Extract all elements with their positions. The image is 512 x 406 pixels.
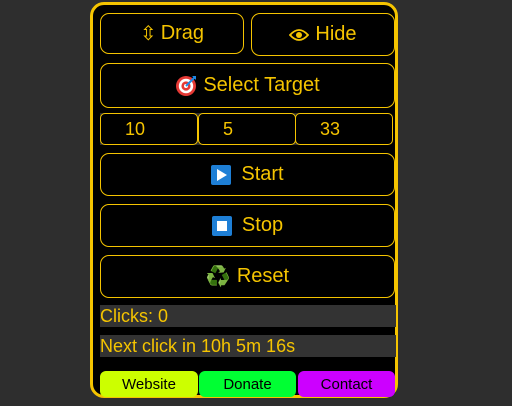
stop-icon <box>211 215 232 236</box>
website-link[interactable]: Website <box>100 371 198 397</box>
select-target-label: Select Target <box>203 74 320 96</box>
hide-label: Hide <box>315 23 357 45</box>
reset-button[interactable]: ♻️ Reset <box>100 255 395 298</box>
drag-arrows-icon: ⇳ <box>139 23 157 45</box>
drag-button[interactable]: ⇳ Drag <box>100 13 244 54</box>
donate-link[interactable]: Donate <box>199 371 296 397</box>
select-target-button[interactable]: Select Target <box>100 63 395 108</box>
seconds-input[interactable] <box>295 113 393 145</box>
contact-link[interactable]: Contact <box>298 371 395 397</box>
recycle-icon: ♻️ <box>205 266 231 288</box>
eye-icon <box>289 28 310 42</box>
stop-button[interactable]: Stop <box>100 204 395 247</box>
drag-label: Drag <box>160 22 205 44</box>
start-button[interactable]: Start <box>100 153 395 196</box>
minutes-input[interactable] <box>198 113 296 145</box>
hours-input[interactable] <box>100 113 198 145</box>
stop-label: Stop <box>241 214 284 236</box>
reset-label: Reset <box>236 265 290 287</box>
hide-button[interactable]: Hide <box>251 13 395 56</box>
start-label: Start <box>241 163 284 185</box>
next-click-countdown: Next click in 10h 5m 16s <box>100 335 396 357</box>
play-icon <box>211 164 232 185</box>
clicks-counter: Clicks: 0 <box>100 305 396 327</box>
target-icon <box>175 75 197 97</box>
interval-inputs-row <box>100 113 393 145</box>
auto-clicker-panel: ⇳ Drag Hide Select Target 10 5 33 Start … <box>90 2 398 398</box>
